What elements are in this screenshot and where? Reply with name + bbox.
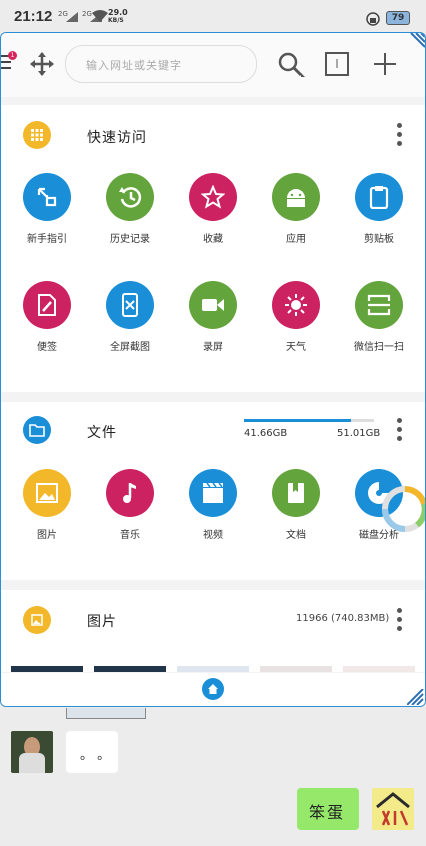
quick-access-title: 快速访问	[87, 130, 147, 146]
sun-icon	[272, 281, 320, 329]
folder-icon	[23, 416, 51, 444]
book-icon	[272, 469, 320, 517]
film-icon	[189, 469, 237, 517]
quick-item-label: 收藏	[203, 234, 223, 245]
quick-item-label: 全屏截图	[110, 342, 150, 353]
quick-item-label: 便签	[37, 342, 57, 353]
scan-icon	[355, 281, 403, 329]
pictures-count: 11966 (740.83MB)	[296, 613, 390, 624]
file-type-label: 图片	[37, 530, 57, 541]
quick-item-favorites[interactable]: 收藏	[177, 173, 249, 245]
quick-item-apps[interactable]: 应用	[260, 173, 332, 245]
star-icon	[189, 173, 237, 221]
resize-corner-icon[interactable]	[407, 33, 425, 49]
outgoing-message[interactable]: 笨蛋	[297, 788, 359, 830]
quick-access-more-button[interactable]	[397, 123, 402, 150]
quick-item-label: 剪贴板	[364, 234, 394, 245]
tabs-icon[interactable]	[325, 52, 349, 76]
android-icon	[272, 173, 320, 221]
files-more-button[interactable]	[397, 418, 402, 445]
search-placeholder: 输入网址或关键字	[86, 59, 182, 72]
quick-item-notes[interactable]: 便签	[11, 281, 83, 353]
storage-bar	[244, 419, 374, 422]
quick-item-guide[interactable]: 新手指引	[11, 173, 83, 245]
home-icon	[208, 684, 218, 694]
files-title: 文件	[87, 425, 117, 441]
bottom-bar	[1, 673, 425, 706]
note-icon	[23, 281, 71, 329]
file-type-videos[interactable]: 视频	[177, 469, 249, 541]
touch-icon	[23, 173, 71, 221]
contact-avatar[interactable]	[11, 731, 53, 773]
thumbnail[interactable]	[260, 666, 332, 672]
quick-access-card: 快速访问 新手指引 历史记录 收藏 应用 剪贴板 便签 全屏截图 录屏 天气 微…	[1, 105, 425, 392]
outgoing-message-text: 笨蛋	[309, 803, 346, 822]
file-type-music[interactable]: 音乐	[94, 469, 166, 541]
speed-value: 29.0	[108, 8, 128, 17]
clipboard-icon	[355, 173, 403, 221]
quick-item-history[interactable]: 历史记录	[94, 173, 166, 245]
image-icon	[23, 469, 71, 517]
pictures-card: 图片 11966 (740.83MB)	[1, 590, 425, 672]
file-type-label: 文档	[286, 530, 306, 541]
quick-item-label: 天气	[286, 342, 306, 353]
top-toolbar: 1 输入网址或关键字	[1, 33, 425, 97]
my-avatar[interactable]	[372, 788, 414, 830]
storage-ring-icon	[382, 486, 425, 532]
resize-corner-icon-bottom[interactable]	[407, 689, 425, 705]
quick-item-screenshot[interactable]: 全屏截图	[94, 281, 166, 353]
quick-item-clipboard[interactable]: 剪贴板	[343, 173, 415, 245]
video-icon	[189, 281, 237, 329]
file-type-images[interactable]: 图片	[11, 469, 83, 541]
move-icon[interactable]	[30, 52, 54, 76]
home-button[interactable]	[202, 678, 224, 700]
notification-badge: 1	[8, 51, 17, 60]
quick-item-wechat-scan[interactable]: 微信扫一扫	[343, 281, 415, 353]
search-input[interactable]: 输入网址或关键字	[65, 45, 257, 83]
quick-item-label: 录屏	[203, 342, 223, 353]
signal-icon	[66, 12, 78, 22]
house-logo-icon	[376, 792, 410, 826]
image-icon	[23, 606, 51, 634]
file-type-label: 音乐	[120, 530, 140, 541]
incoming-message[interactable]: 。 。	[66, 731, 118, 773]
music-icon	[106, 469, 154, 517]
history-icon	[106, 173, 154, 221]
quick-item-weather[interactable]: 天气	[260, 281, 332, 353]
image-preview[interactable]	[66, 708, 146, 719]
thumbnail[interactable]	[11, 666, 83, 672]
thumbnail[interactable]	[343, 666, 415, 672]
file-type-documents[interactable]: 文档	[260, 469, 332, 541]
incoming-message-text: 。 。	[80, 748, 111, 763]
file-type-label: 视频	[203, 530, 223, 541]
status-bar: 21:12 2G 2G 29.0 KB/S 79	[0, 0, 426, 32]
storage-used: 41.66GB	[244, 428, 288, 439]
quick-item-record[interactable]: 录屏	[177, 281, 249, 353]
chat-area: 。 。 笨蛋	[0, 708, 426, 846]
search-icon[interactable]	[277, 51, 305, 79]
thumbnail[interactable]	[94, 666, 166, 672]
file-manager-window: 1 输入网址或关键字 快速访问 新手指引 历史记录 收藏 应用 剪贴板 便签 全…	[0, 32, 426, 707]
speed-unit: KB/S	[108, 17, 124, 24]
net-speed: 29.0 KB/S	[108, 9, 128, 25]
quick-item-label: 新手指引	[27, 234, 67, 245]
quick-item-label: 微信扫一扫	[354, 342, 404, 353]
battery-indicator: 79	[386, 11, 410, 25]
grid-icon	[23, 121, 51, 149]
thumbnail[interactable]	[177, 666, 249, 672]
files-card: 文件 41.66GB 51.01GB 图片 音乐 视频 文档 磁盘分析	[1, 402, 425, 580]
quick-item-label: 应用	[286, 234, 306, 245]
wifi-icon	[92, 10, 108, 22]
quick-item-label: 历史记录	[110, 234, 150, 245]
storage-total: 51.01GB	[337, 428, 381, 439]
storage-bar-fill	[244, 419, 351, 422]
status-time: 21:12	[14, 8, 53, 25]
add-icon[interactable]	[373, 52, 397, 76]
thumbnail-strip	[1, 666, 425, 672]
lock-rotation-icon	[366, 12, 380, 26]
pictures-more-button[interactable]	[397, 608, 402, 635]
pictures-title: 图片	[87, 614, 117, 630]
screenshot-icon	[106, 281, 154, 329]
